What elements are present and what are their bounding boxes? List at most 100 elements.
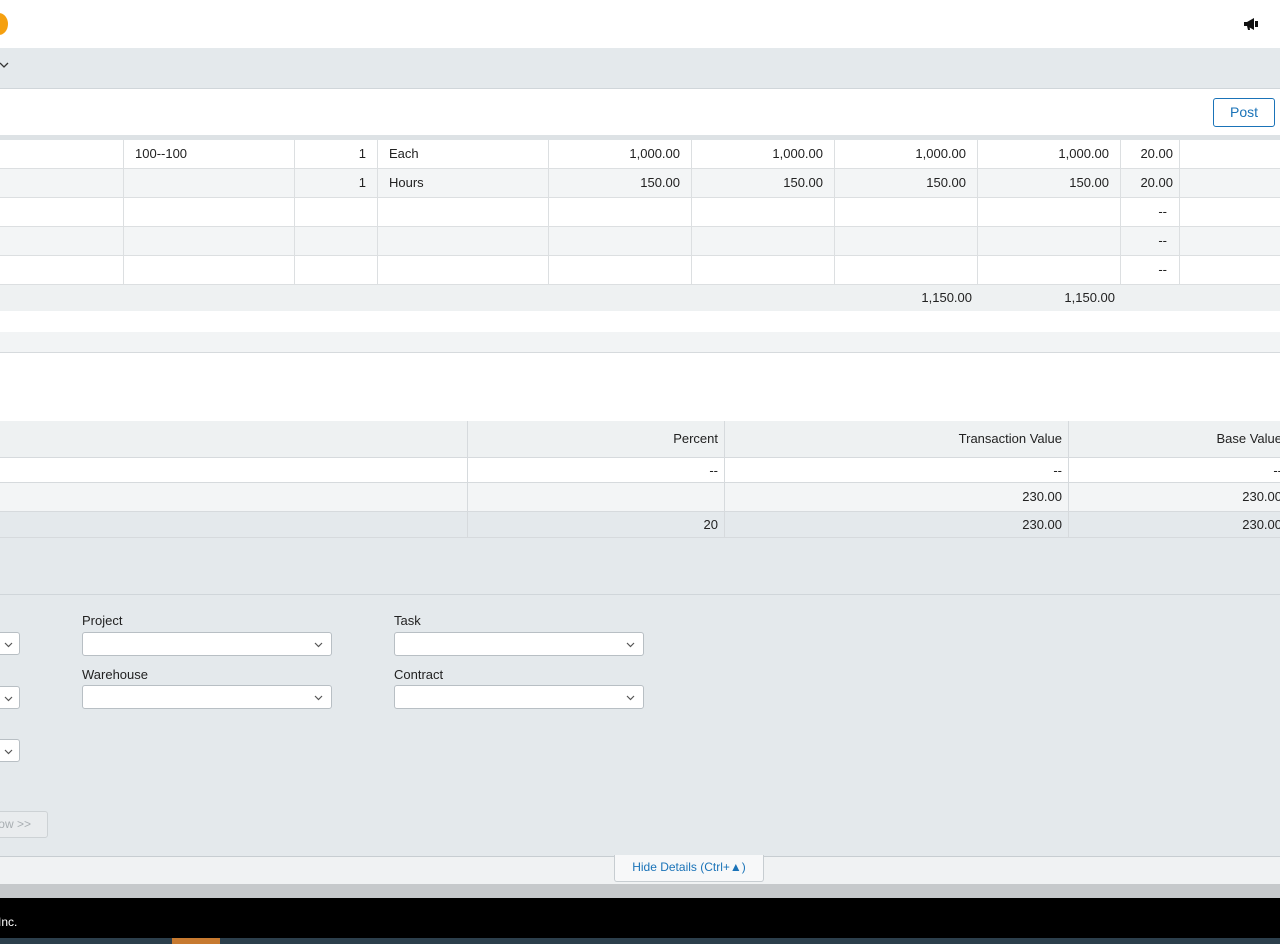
tax-base-value: 230.00 bbox=[1068, 483, 1280, 511]
hide-details-button[interactable]: Hide Details (Ctrl+▲) bbox=[614, 855, 764, 882]
grid-cell-transaction-total[interactable] bbox=[835, 198, 978, 226]
grid-cell-transaction-total[interactable]: 1,000.00 bbox=[835, 140, 978, 168]
column-header-percent[interactable]: Percent bbox=[467, 421, 724, 457]
grid-cell-account[interactable] bbox=[124, 198, 295, 226]
chevron-down-icon bbox=[4, 749, 13, 755]
grid-cell[interactable] bbox=[0, 227, 124, 255]
tax-transaction-value: 230.00 bbox=[724, 483, 1068, 511]
grid-cell[interactable] bbox=[1180, 140, 1280, 168]
warehouse-label: Warehouse bbox=[82, 667, 148, 682]
project-label: Project bbox=[82, 613, 123, 628]
grid-cell-transaction-total[interactable] bbox=[835, 227, 978, 255]
table-row[interactable]: -- bbox=[0, 256, 1280, 285]
grid-cell[interactable] bbox=[0, 198, 124, 226]
table-row[interactable]: 100--100 1 Each 1,000.00 1,000.00 1,000.… bbox=[0, 140, 1280, 169]
project-select[interactable] bbox=[82, 632, 332, 656]
announcement-megaphone-icon[interactable] bbox=[1242, 15, 1260, 33]
grid-cell-base-total[interactable]: 150.00 bbox=[978, 169, 1121, 197]
grid-cell-quantity[interactable]: 1 bbox=[295, 140, 378, 168]
grid-cell-price[interactable] bbox=[549, 227, 692, 255]
task-select[interactable] bbox=[394, 632, 644, 656]
grid-cell-value[interactable] bbox=[692, 256, 835, 284]
chevron-down-icon bbox=[314, 695, 323, 701]
tax-total-row: 20 230.00 230.00 bbox=[0, 512, 1280, 538]
grid-cell-tax-rate[interactable]: -- bbox=[1121, 227, 1180, 255]
column-header-transaction-value[interactable]: Transaction Value bbox=[724, 421, 1068, 457]
grid-cell-base-total[interactable]: 1,000.00 bbox=[978, 140, 1121, 168]
action-row bbox=[0, 89, 1280, 135]
footer-copyright: Inc. bbox=[0, 915, 18, 929]
tax-base-value-total: 230.00 bbox=[1068, 512, 1280, 537]
grid-cell-unit[interactable] bbox=[378, 198, 549, 226]
grid-cell[interactable] bbox=[0, 256, 124, 284]
grid-cell[interactable] bbox=[1180, 198, 1280, 226]
grid-cell-unit[interactable]: Hours bbox=[378, 169, 549, 197]
grid-cell-tax-rate[interactable]: -- bbox=[1121, 256, 1180, 284]
grid-cell[interactable] bbox=[1180, 256, 1280, 284]
table-row[interactable]: 1 Hours 150.00 150.00 150.00 150.00 20.0… bbox=[0, 169, 1280, 198]
separator bbox=[0, 884, 1280, 898]
grid-cell[interactable] bbox=[1180, 169, 1280, 197]
grid-cell[interactable] bbox=[1180, 227, 1280, 255]
grid-cell-price[interactable] bbox=[549, 256, 692, 284]
grid-cell-account[interactable]: 100--100 bbox=[124, 140, 295, 168]
grid-cell-value[interactable]: 1,000.00 bbox=[692, 140, 835, 168]
grid-cell-tax-rate[interactable]: 20.00 bbox=[1121, 140, 1180, 168]
chevron-down-icon bbox=[626, 695, 635, 701]
tax-table-header: Percent Transaction Value Base Value bbox=[0, 421, 1280, 458]
grid-cell-base-total[interactable] bbox=[978, 227, 1121, 255]
grid-cell-transaction-total[interactable] bbox=[835, 256, 978, 284]
grid-cell[interactable] bbox=[0, 140, 124, 168]
grid-cell-value[interactable] bbox=[692, 227, 835, 255]
task-label: Task bbox=[394, 613, 421, 628]
tax-transaction-value-total: 230.00 bbox=[724, 512, 1068, 537]
totals-row: 1,150.00 1,150.00 bbox=[0, 285, 1280, 312]
grid-cell-account[interactable] bbox=[124, 227, 295, 255]
dimension-select[interactable] bbox=[0, 686, 20, 709]
grid-cell-unit[interactable] bbox=[378, 256, 549, 284]
table-row[interactable]: -- bbox=[0, 198, 1280, 227]
grid-cell-unit[interactable] bbox=[378, 227, 549, 255]
grid-cell-tax-rate[interactable]: 20.00 bbox=[1121, 169, 1180, 197]
tax-percent: -- bbox=[467, 458, 724, 482]
grid-cell[interactable] bbox=[0, 169, 124, 197]
grid-cell-price[interactable] bbox=[549, 198, 692, 226]
grid-cell-quantity[interactable] bbox=[295, 198, 378, 226]
grid-cell-account[interactable] bbox=[124, 256, 295, 284]
grid-cell-tax-rate[interactable]: -- bbox=[1121, 198, 1180, 226]
taskbar-active-item[interactable] bbox=[172, 938, 220, 944]
grid-cell-unit[interactable]: Each bbox=[378, 140, 549, 168]
grid-cell-quantity[interactable] bbox=[295, 256, 378, 284]
table-row[interactable]: -- bbox=[0, 227, 1280, 256]
grid-cell-account[interactable] bbox=[124, 169, 295, 197]
grid-cell-base-total[interactable] bbox=[978, 256, 1121, 284]
tax-base-value: -- bbox=[1068, 458, 1280, 482]
grid-cell-price[interactable]: 1,000.00 bbox=[549, 140, 692, 168]
grid-cell-value[interactable] bbox=[692, 198, 835, 226]
chevron-down-icon bbox=[4, 696, 13, 702]
blank-area bbox=[0, 353, 1280, 422]
dimension-select[interactable] bbox=[0, 632, 20, 655]
grid-cell-transaction-total[interactable]: 150.00 bbox=[835, 169, 978, 197]
grid-cell-value[interactable]: 150.00 bbox=[692, 169, 835, 197]
grid-cell-quantity[interactable]: 1 bbox=[295, 169, 378, 197]
grid-cell-base-total[interactable] bbox=[978, 198, 1121, 226]
dimension-select[interactable] bbox=[0, 739, 20, 762]
grid-cell-quantity[interactable] bbox=[295, 227, 378, 255]
chevron-down-icon bbox=[314, 642, 323, 648]
toolbar-row bbox=[0, 48, 1280, 89]
chevron-down-icon bbox=[626, 642, 635, 648]
chevron-down-icon[interactable] bbox=[0, 60, 9, 70]
tax-percent bbox=[467, 483, 724, 511]
blank-row bbox=[0, 332, 1280, 353]
post-button[interactable]: Post bbox=[1213, 98, 1275, 127]
tax-percent-total: 20 bbox=[467, 512, 724, 537]
column-header-base-value[interactable]: Base Value bbox=[1068, 421, 1280, 457]
table-row[interactable]: -- -- -- bbox=[0, 458, 1280, 483]
grid-cell-price[interactable]: 150.00 bbox=[549, 169, 692, 197]
show-more-button[interactable]: Show >> bbox=[0, 811, 48, 838]
table-row[interactable]: 230.00 230.00 bbox=[0, 483, 1280, 512]
contract-select[interactable] bbox=[394, 685, 644, 709]
warehouse-select[interactable] bbox=[82, 685, 332, 709]
blank-row bbox=[0, 311, 1280, 333]
